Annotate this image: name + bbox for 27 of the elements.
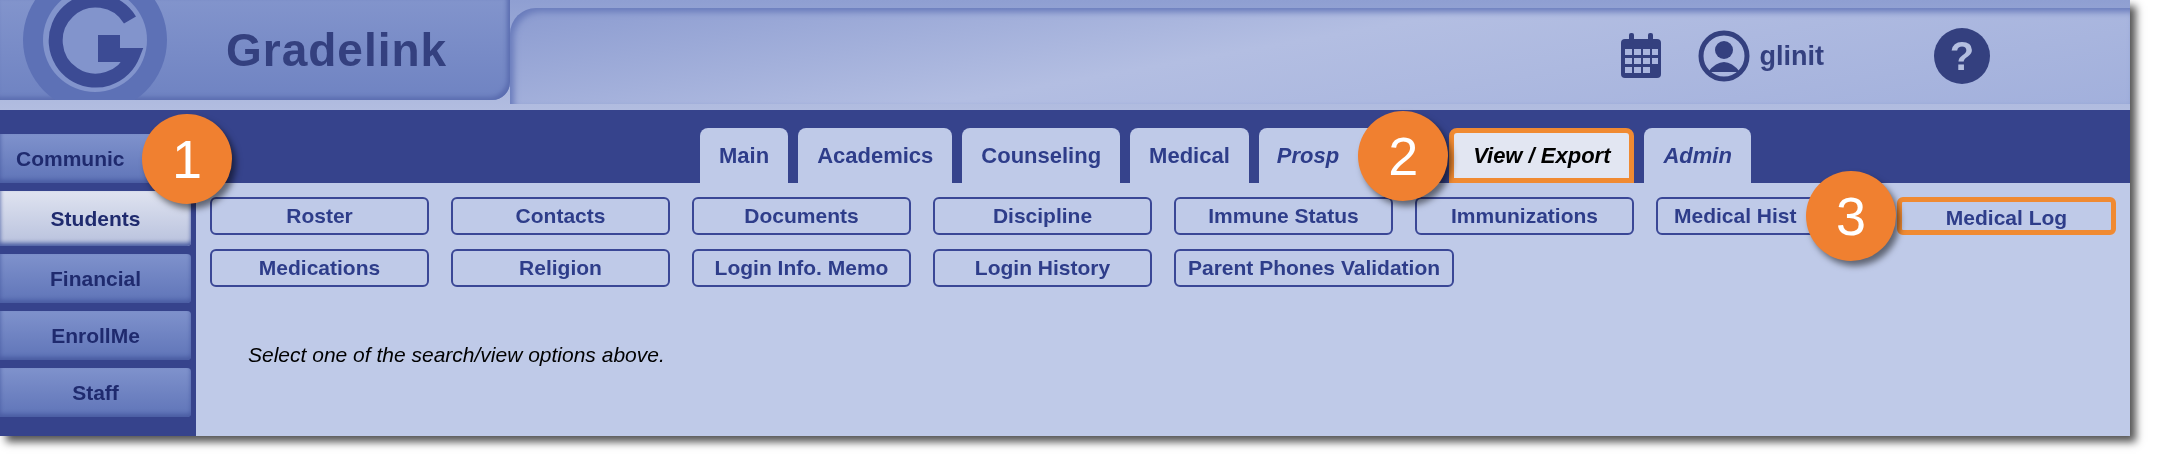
option-button[interactable]: Login History bbox=[933, 249, 1152, 287]
tab[interactable]: Admin bbox=[1644, 128, 1751, 183]
option-button[interactable]: Roster bbox=[210, 197, 429, 235]
option-button[interactable]: Immune Status bbox=[1174, 197, 1393, 235]
instruction-text: Select one of the search/view options above. bbox=[248, 342, 666, 368]
sidebar-item[interactable]: Students bbox=[0, 191, 191, 246]
option-button[interactable]: Login Info. Memo bbox=[692, 249, 911, 287]
user-avatar-icon[interactable] bbox=[1697, 30, 1750, 82]
brand-name: Gradelink bbox=[226, 22, 448, 78]
sidebar-item[interactable]: Staff bbox=[0, 368, 191, 417]
tab[interactable]: Counseling bbox=[962, 128, 1121, 183]
option-button[interactable]: Contacts bbox=[451, 197, 670, 235]
option-button[interactable]: Documents bbox=[692, 197, 911, 235]
help-button[interactable]: ? bbox=[1934, 28, 1990, 84]
tab[interactable]: Main bbox=[700, 128, 789, 183]
calendar-icon[interactable] bbox=[1619, 33, 1662, 79]
option-button[interactable]: Discipline bbox=[933, 197, 1152, 235]
tab[interactable]: Medical bbox=[1130, 128, 1249, 183]
username-link[interactable]: glinit bbox=[1759, 35, 1824, 77]
tab[interactable]: View / Export bbox=[1449, 128, 1635, 183]
option-button[interactable]: Medications bbox=[210, 249, 429, 287]
option-button[interactable]: Parent Phones Validation bbox=[1174, 249, 1455, 287]
sidebar-item[interactable]: Financial bbox=[0, 254, 191, 303]
sidebar-item[interactable]: EnrollMe bbox=[0, 311, 191, 360]
option-button[interactable]: Immunizations bbox=[1415, 197, 1634, 235]
tab[interactable]: Academics bbox=[798, 128, 953, 183]
option-button[interactable]: Religion bbox=[451, 249, 670, 287]
